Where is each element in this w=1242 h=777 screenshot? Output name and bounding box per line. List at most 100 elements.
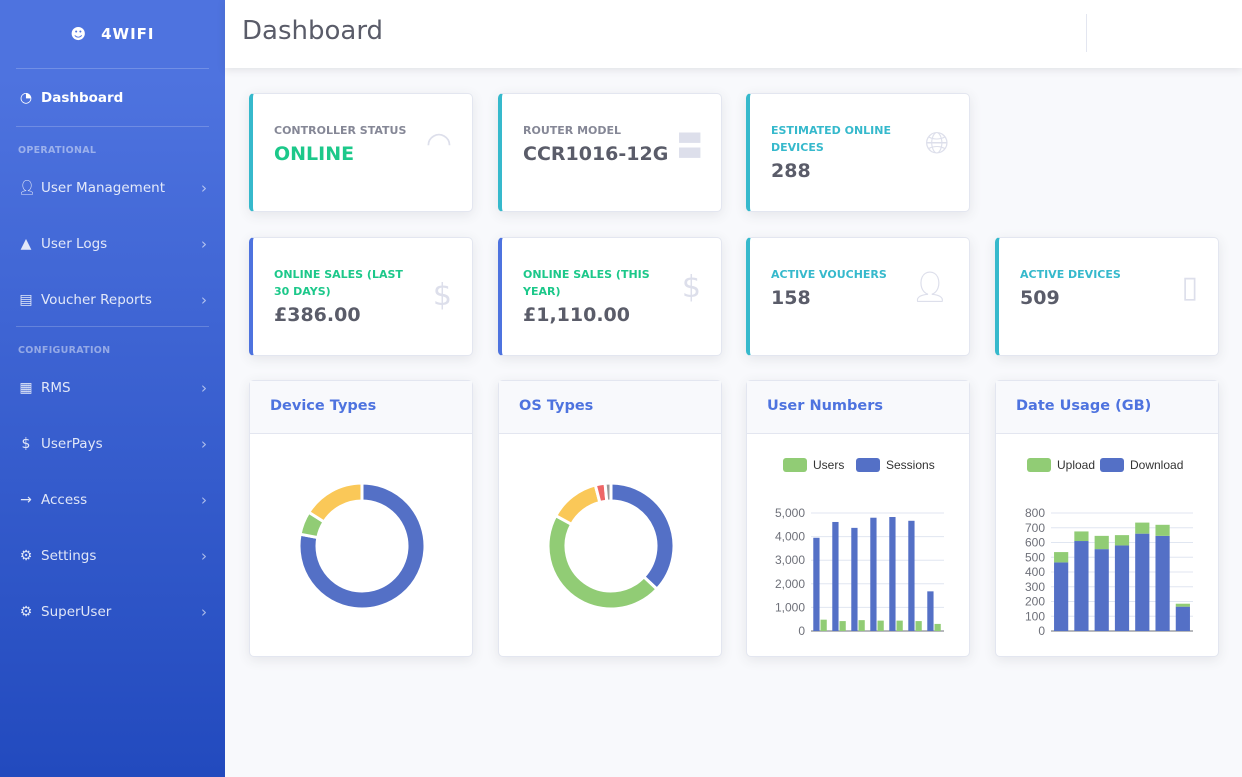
topbar-divider [1086, 14, 1087, 52]
mobile-icon: ▯ [1181, 270, 1198, 305]
bar-users [877, 620, 884, 631]
legend-label: Upload [1057, 458, 1095, 472]
sidebar-item-user-logs[interactable]: ▲ User Logs › [0, 216, 225, 272]
chevron-right-icon: › [201, 179, 207, 197]
gear-icon: ⚙ [19, 548, 33, 564]
legend-label: Download [1130, 458, 1183, 472]
stat-label: Controller Status [274, 124, 407, 137]
y-tick-label: 2,000 [775, 577, 805, 591]
bar-sessions [813, 537, 820, 631]
chart-data-usage: Date Usage (GB) Upload Download 0 100 200 300 4… [995, 380, 1219, 657]
book-icon: ▤ [19, 292, 33, 308]
chevron-right-icon: › [201, 603, 207, 621]
sidebar-heading: OPERATIONAL [18, 145, 97, 156]
stat-label: Estimated Online Devices [771, 124, 891, 154]
building-icon: ▦ [19, 380, 33, 396]
page-title: Dashboard [242, 16, 384, 46]
y-tick-label: 700 [1025, 521, 1045, 535]
y-tick-label: 0 [1038, 624, 1045, 638]
bar-users [896, 620, 903, 631]
y-tick-label: 100 [1025, 609, 1045, 623]
y-tick-label: 600 [1025, 536, 1045, 550]
bar-chart: Upload Download 0100200300400500600700800 [1025, 458, 1193, 638]
sidebar-item-user-management[interactable]: 👤︎ User Management › [0, 160, 225, 216]
y-tick-label: 800 [1025, 506, 1045, 520]
stat-value: CCR1016-12G [523, 143, 669, 165]
label: SuperUser [41, 604, 112, 620]
label: Access [41, 492, 88, 508]
bar-download [1074, 541, 1089, 631]
logo-icon: ☻ [70, 25, 88, 43]
user-icon: 👤︎ [910, 270, 949, 305]
legend-swatch [783, 458, 807, 472]
y-tick-label: 200 [1025, 595, 1045, 609]
label: User Management [41, 180, 165, 196]
bar-upload [1155, 524, 1170, 536]
donut-slice [609, 481, 676, 591]
stat-controller-status: Controller Status ONLINE ◠ [249, 93, 473, 212]
sidebar-item-userpays[interactable]: $ UserPays › [0, 416, 225, 472]
bar-upload [1054, 552, 1069, 563]
donut-slice [546, 514, 659, 611]
chevron-right-icon: › [201, 379, 207, 397]
y-tick-label: 500 [1025, 550, 1045, 564]
bar-sessions [927, 591, 934, 631]
legend-swatch [1027, 458, 1051, 472]
y-tick-label: 0 [798, 624, 805, 638]
legend-swatch [1100, 458, 1124, 472]
bar-download [1054, 562, 1069, 631]
donut-chart [546, 481, 676, 611]
gear-icon: ⚙ [19, 604, 33, 620]
sidebar-item-voucher-reports[interactable]: ▤ Voucher Reports › [0, 272, 225, 328]
bar-sessions [832, 521, 839, 631]
globe-icon: 🌐︎ [925, 126, 949, 161]
brand-name: 4WIFI [101, 25, 155, 43]
stat-active-devices: Active Devices 509 ▯ [995, 237, 1219, 356]
y-tick-label: 1,000 [775, 600, 805, 614]
stat-value: £1,110.00 [523, 304, 630, 326]
bar-sessions [851, 527, 858, 631]
legend-label: Sessions [886, 458, 935, 472]
y-tick-label: 5,000 [775, 506, 805, 520]
sidebar-item-rms[interactable]: ▦ RMS › [0, 360, 225, 416]
chevron-right-icon: › [201, 291, 207, 309]
stat-value: £386.00 [274, 304, 361, 326]
stat-label: Active Vouchers [771, 268, 887, 281]
sidebar-item-access[interactable]: → Access › [0, 472, 225, 528]
donut-slice [307, 481, 364, 524]
dollar-icon: $ [21, 436, 31, 452]
label: Dashboard [41, 89, 124, 106]
sidebar: ☻ 4WIFI ◔ Dashboard OPERATIONAL 👤︎ User Man… [0, 0, 225, 777]
sidebar-item-settings[interactable]: ⚙ Settings › [0, 528, 225, 584]
legend-label: Users [813, 458, 844, 472]
stat-online-sales-year: Online Sales (This Year) £1,110.00 $ [498, 237, 722, 356]
bar-users [820, 619, 827, 631]
sidebar-item-superuser[interactable]: ⚙ SuperUser › [0, 584, 225, 640]
label: User Logs [41, 236, 108, 252]
bar-users [934, 623, 941, 631]
chevron-right-icon: › [201, 491, 207, 509]
chart-device-types: Device Types [249, 380, 473, 657]
bar-sessions [889, 517, 896, 631]
bar-upload [1114, 535, 1130, 546]
topbar: Dashboard [225, 0, 1242, 68]
bar-download [1114, 545, 1130, 631]
stat-estimated-online-devices: Estimated Online Devices 288 🌐︎ [746, 93, 970, 212]
chevron-right-icon: › [201, 435, 207, 453]
bar-users [839, 621, 846, 631]
server-icon: ▬ ▬ [676, 119, 703, 167]
label: Voucher Reports [41, 292, 152, 308]
bar-upload [1074, 531, 1089, 542]
sidebar-item-dashboard[interactable]: ◔ Dashboard [0, 69, 225, 126]
brand[interactable]: ☻ 4WIFI [0, 0, 225, 68]
bar-users [858, 620, 865, 631]
sidebar-heading: CONFIGURATION [18, 345, 111, 356]
chart-user-numbers: User Numbers Users Sessions 0 1,000 2,000 3,00… [746, 380, 970, 657]
stat-label: Active Devices [1020, 268, 1121, 281]
bar-upload [1094, 535, 1109, 550]
bar-chart: Users Sessions 0 1,000 2,000 3,000 4,000 5,000 [775, 458, 944, 638]
label: UserPays [41, 436, 103, 452]
bar-upload [1135, 522, 1150, 534]
y-tick-label: 3,000 [775, 553, 805, 567]
chart-os-types: OS Types [498, 380, 722, 657]
